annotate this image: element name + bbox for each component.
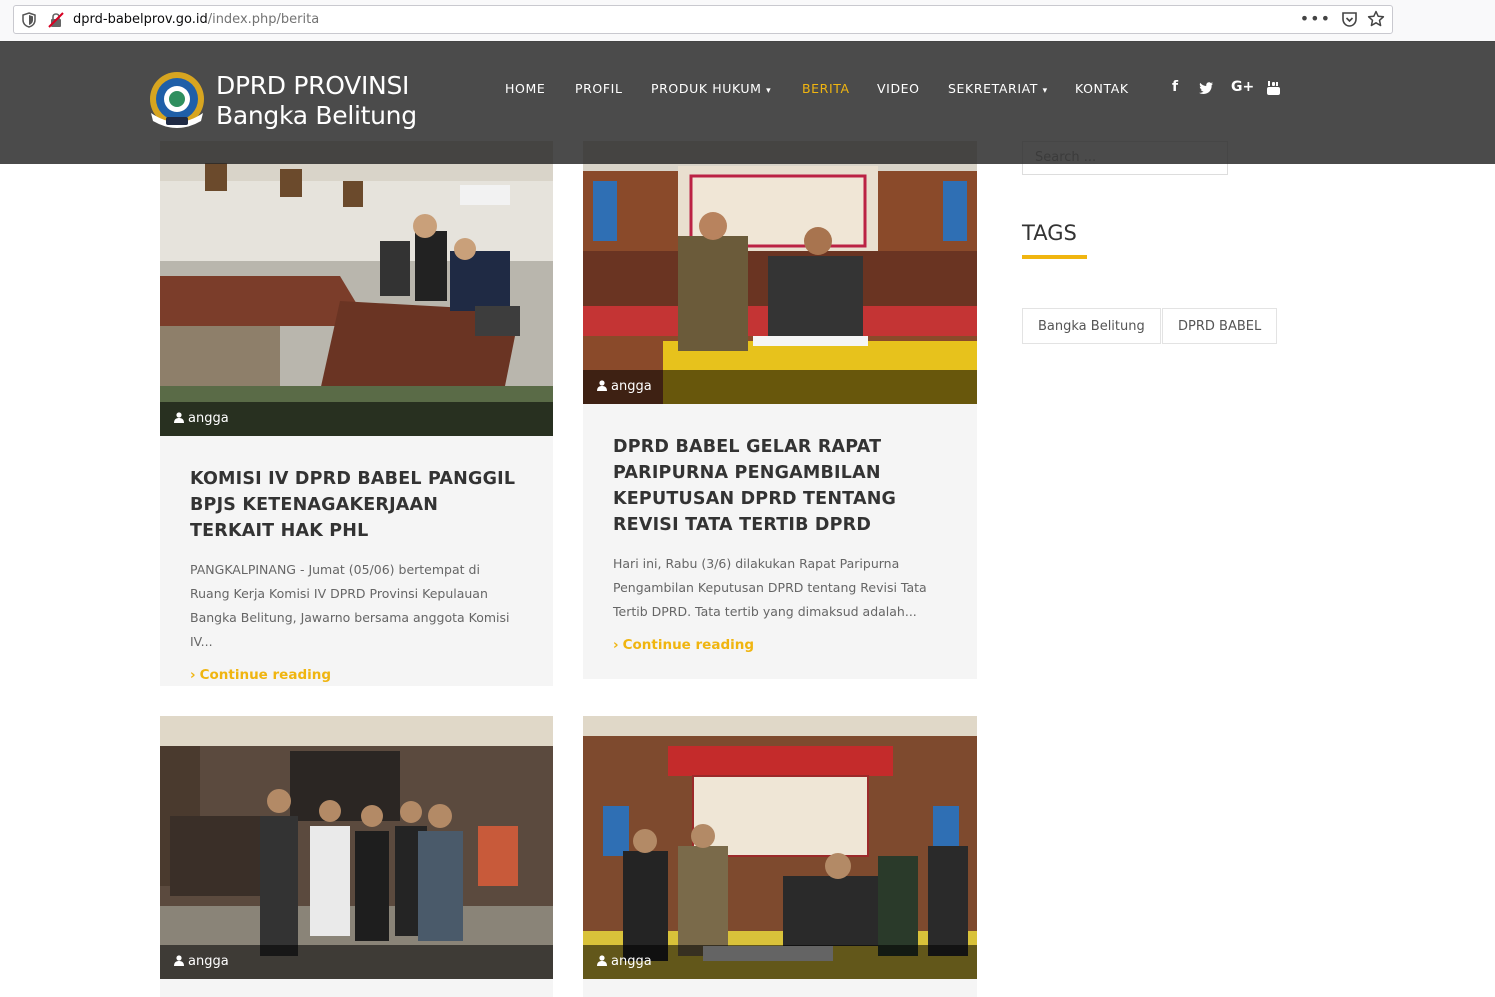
insecure-connection-icon[interactable] [48,12,64,28]
facebook-icon[interactable]: f [1172,79,1178,95]
continue-reading-label: Continue reading [622,637,755,653]
post-author-name[interactable]: angga [611,379,652,394]
post-excerpt: PANGKALPINANG - Jumat (05/06) bertempat … [190,562,510,649]
address-bar[interactable]: dprd-babelprov.go.id/index.php/berita ••… [13,5,1393,34]
post-photo[interactable]: angga [583,141,977,404]
nav-home[interactable]: HOME [505,81,545,96]
continue-reading-link[interactable]: › Continue reading [613,637,754,653]
user-icon [174,955,184,966]
chevron-right-icon: › [613,637,619,653]
continue-reading-label: Continue reading [199,667,332,683]
continue-reading-link[interactable]: › Continue reading [190,667,331,683]
post-author-name[interactable]: angga [188,411,229,426]
google-plus-icon[interactable]: G+ [1231,79,1254,95]
tag-bangka-belitung[interactable]: Bangka Belitung [1022,308,1161,344]
post-excerpt: Hari ini, Rabu (3/6) dilakukan Rapat Par… [613,556,927,619]
tag-dprd-babel[interactable]: DPRD BABEL [1162,308,1278,344]
post-author-name[interactable]: angga [611,954,652,969]
post-author: angga [583,370,977,404]
shield-icon[interactable] [22,12,36,28]
post-card: angga [583,716,977,997]
nav-berita[interactable]: BERITA [802,81,850,96]
nav-profil[interactable]: PROFIL [575,81,623,96]
browser-toolbar: dprd-babelprov.go.id/index.php/berita ••… [0,0,1495,42]
post-author-name[interactable]: angga [188,954,229,969]
nav-kontak[interactable]: KONTAK [1075,81,1129,96]
group-photo [160,716,553,979]
post-photo[interactable]: angga [160,716,553,979]
post-author: angga [583,945,977,979]
chevron-down-icon: ▾ [1042,86,1048,96]
nav-sekretariat-label: SEKRETARIAT [948,81,1039,96]
post-card: angga [160,716,553,997]
site-header: DPRD PROVINSI Bangka Belitung HOME PROFI… [0,41,1495,164]
user-icon [597,380,607,391]
twitter-icon[interactable] [1199,82,1213,94]
page-actions-icon[interactable]: ••• [1300,9,1331,28]
post-photo[interactable]: angga [160,141,553,436]
chevron-right-icon: › [190,667,196,683]
bookmark-star-icon[interactable] [1367,10,1385,28]
user-icon [174,412,184,423]
url-text: dprd-babelprov.go.id/index.php/berita [73,12,319,28]
url-path: /index.php/berita [207,12,320,27]
post-title[interactable]: KOMISI IV DPRD BABEL PANGGIL BPJS KETENA… [190,466,523,544]
nav-sekretariat[interactable]: SEKRETARIAT ▾ [948,81,1048,96]
nav-produk-hukum-label: PRODUK HUKUM [651,81,762,96]
chevron-down-icon: ▾ [766,86,772,96]
post-card: angga KOMISI IV DPRD BABEL PANGGIL BPJS … [160,141,553,686]
nav-produk-hukum[interactable]: PRODUK HUKUM ▾ [651,81,771,96]
pocket-icon[interactable] [1341,11,1358,28]
plenary-session-photo [583,716,977,979]
page-content: angga KOMISI IV DPRD BABEL PANGGIL BPJS … [0,41,1495,997]
post-title[interactable]: DPRD BABEL GELAR RAPAT PARIPURNA PENGAMB… [613,434,947,538]
dprd-emblem-logo[interactable] [145,69,209,133]
meeting-room-photo [160,141,553,436]
url-domain: dprd-babelprov.go.id [73,12,208,27]
user-icon [597,955,607,966]
post-photo[interactable]: angga [583,716,977,979]
brand-line-2[interactable]: Bangka Belitung [216,101,417,130]
brand-line-1[interactable]: DPRD PROVINSI [216,71,409,100]
post-author: angga [160,402,553,436]
tags-heading-underline [1022,255,1087,259]
youtube-icon[interactable] [1267,81,1280,95]
post-card: angga DPRD BABEL GELAR RAPAT PARIPURNA P… [583,141,977,679]
plenary-signing-photo [583,141,977,404]
post-author: angga [160,945,553,979]
tags-heading: TAGS [1022,221,1077,245]
nav-video[interactable]: VIDEO [877,81,920,96]
